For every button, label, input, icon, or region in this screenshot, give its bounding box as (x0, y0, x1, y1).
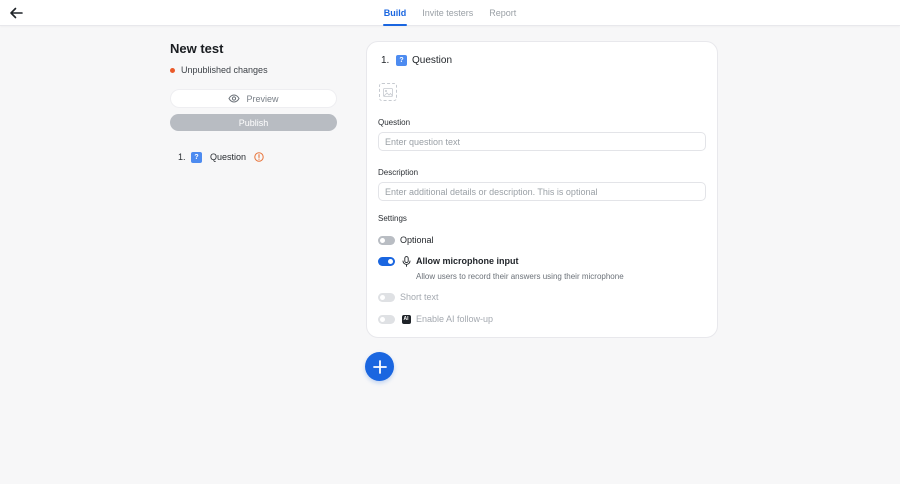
question-title: Question (412, 55, 453, 66)
status-dot (170, 67, 175, 73)
question-mark-icon: ? (191, 151, 202, 163)
setting-optional: Optional (378, 234, 434, 246)
question-card: 1. ? Question Question Description Setti… (366, 41, 718, 338)
microphone-icon (401, 255, 411, 267)
warning-circle-icon (254, 152, 264, 162)
microphone-toggle[interactable] (378, 256, 395, 266)
eye-icon (228, 94, 241, 103)
preview-label: Preview (246, 93, 279, 104)
tab-build[interactable]: Build (382, 0, 408, 26)
tab-report[interactable]: Report (488, 0, 517, 26)
optional-toggle[interactable] (378, 235, 395, 245)
publish-label: Publish (238, 117, 269, 128)
preview-button[interactable]: Preview (170, 89, 337, 108)
page-title: New test (170, 41, 224, 56)
arrow-left-icon (10, 7, 23, 19)
question-number: 1. (381, 55, 390, 66)
setting-microphone: Allow microphone input (378, 255, 519, 267)
question-field-label: Question (378, 118, 411, 127)
ai-badge: AI (401, 314, 411, 324)
ai-followup-label: Enable AI follow-up (416, 314, 494, 324)
status-indicator: Unpublished changes (170, 65, 337, 75)
tab-invite-testers[interactable]: Invite testers (421, 0, 474, 26)
optional-label: Optional (400, 235, 434, 245)
setting-ai-followup: AI Enable AI follow-up (378, 313, 493, 325)
publish-button[interactable]: Publish (170, 114, 337, 131)
question-header: 1. ? Question (381, 55, 452, 66)
sidebar: New test Unpublished changes Preview Pub… (170, 41, 337, 164)
top-bar: Build Invite testers Report (0, 0, 900, 26)
add-question-button[interactable] (365, 352, 394, 381)
microphone-description: Allow users to record their answers usin… (416, 272, 624, 281)
short-text-label: Short text (400, 292, 439, 302)
microphone-label: Allow microphone input (416, 256, 519, 266)
settings-heading: Settings (378, 214, 407, 223)
description-input[interactable] (378, 182, 706, 201)
setting-short-text: Short text (378, 291, 439, 303)
question-number: 1. (178, 152, 186, 162)
image-upload-button[interactable] (379, 83, 397, 101)
status-text: Unpublished changes (181, 65, 268, 75)
nav-tabs: Build Invite testers Report (0, 0, 900, 26)
ai-icon: AI (401, 314, 411, 324)
ai-followup-toggle[interactable] (378, 314, 395, 324)
description-field-label: Description (378, 168, 419, 177)
back-button[interactable] (8, 5, 24, 21)
short-text-toggle[interactable] (378, 292, 395, 302)
question-input[interactable] (378, 132, 706, 151)
plus-icon (372, 359, 387, 374)
question-mark-icon: ? (396, 55, 407, 66)
question-list-label: Question (210, 152, 247, 162)
image-placeholder-icon (383, 87, 393, 97)
question-list-item[interactable]: 1. ? Question (170, 150, 337, 164)
